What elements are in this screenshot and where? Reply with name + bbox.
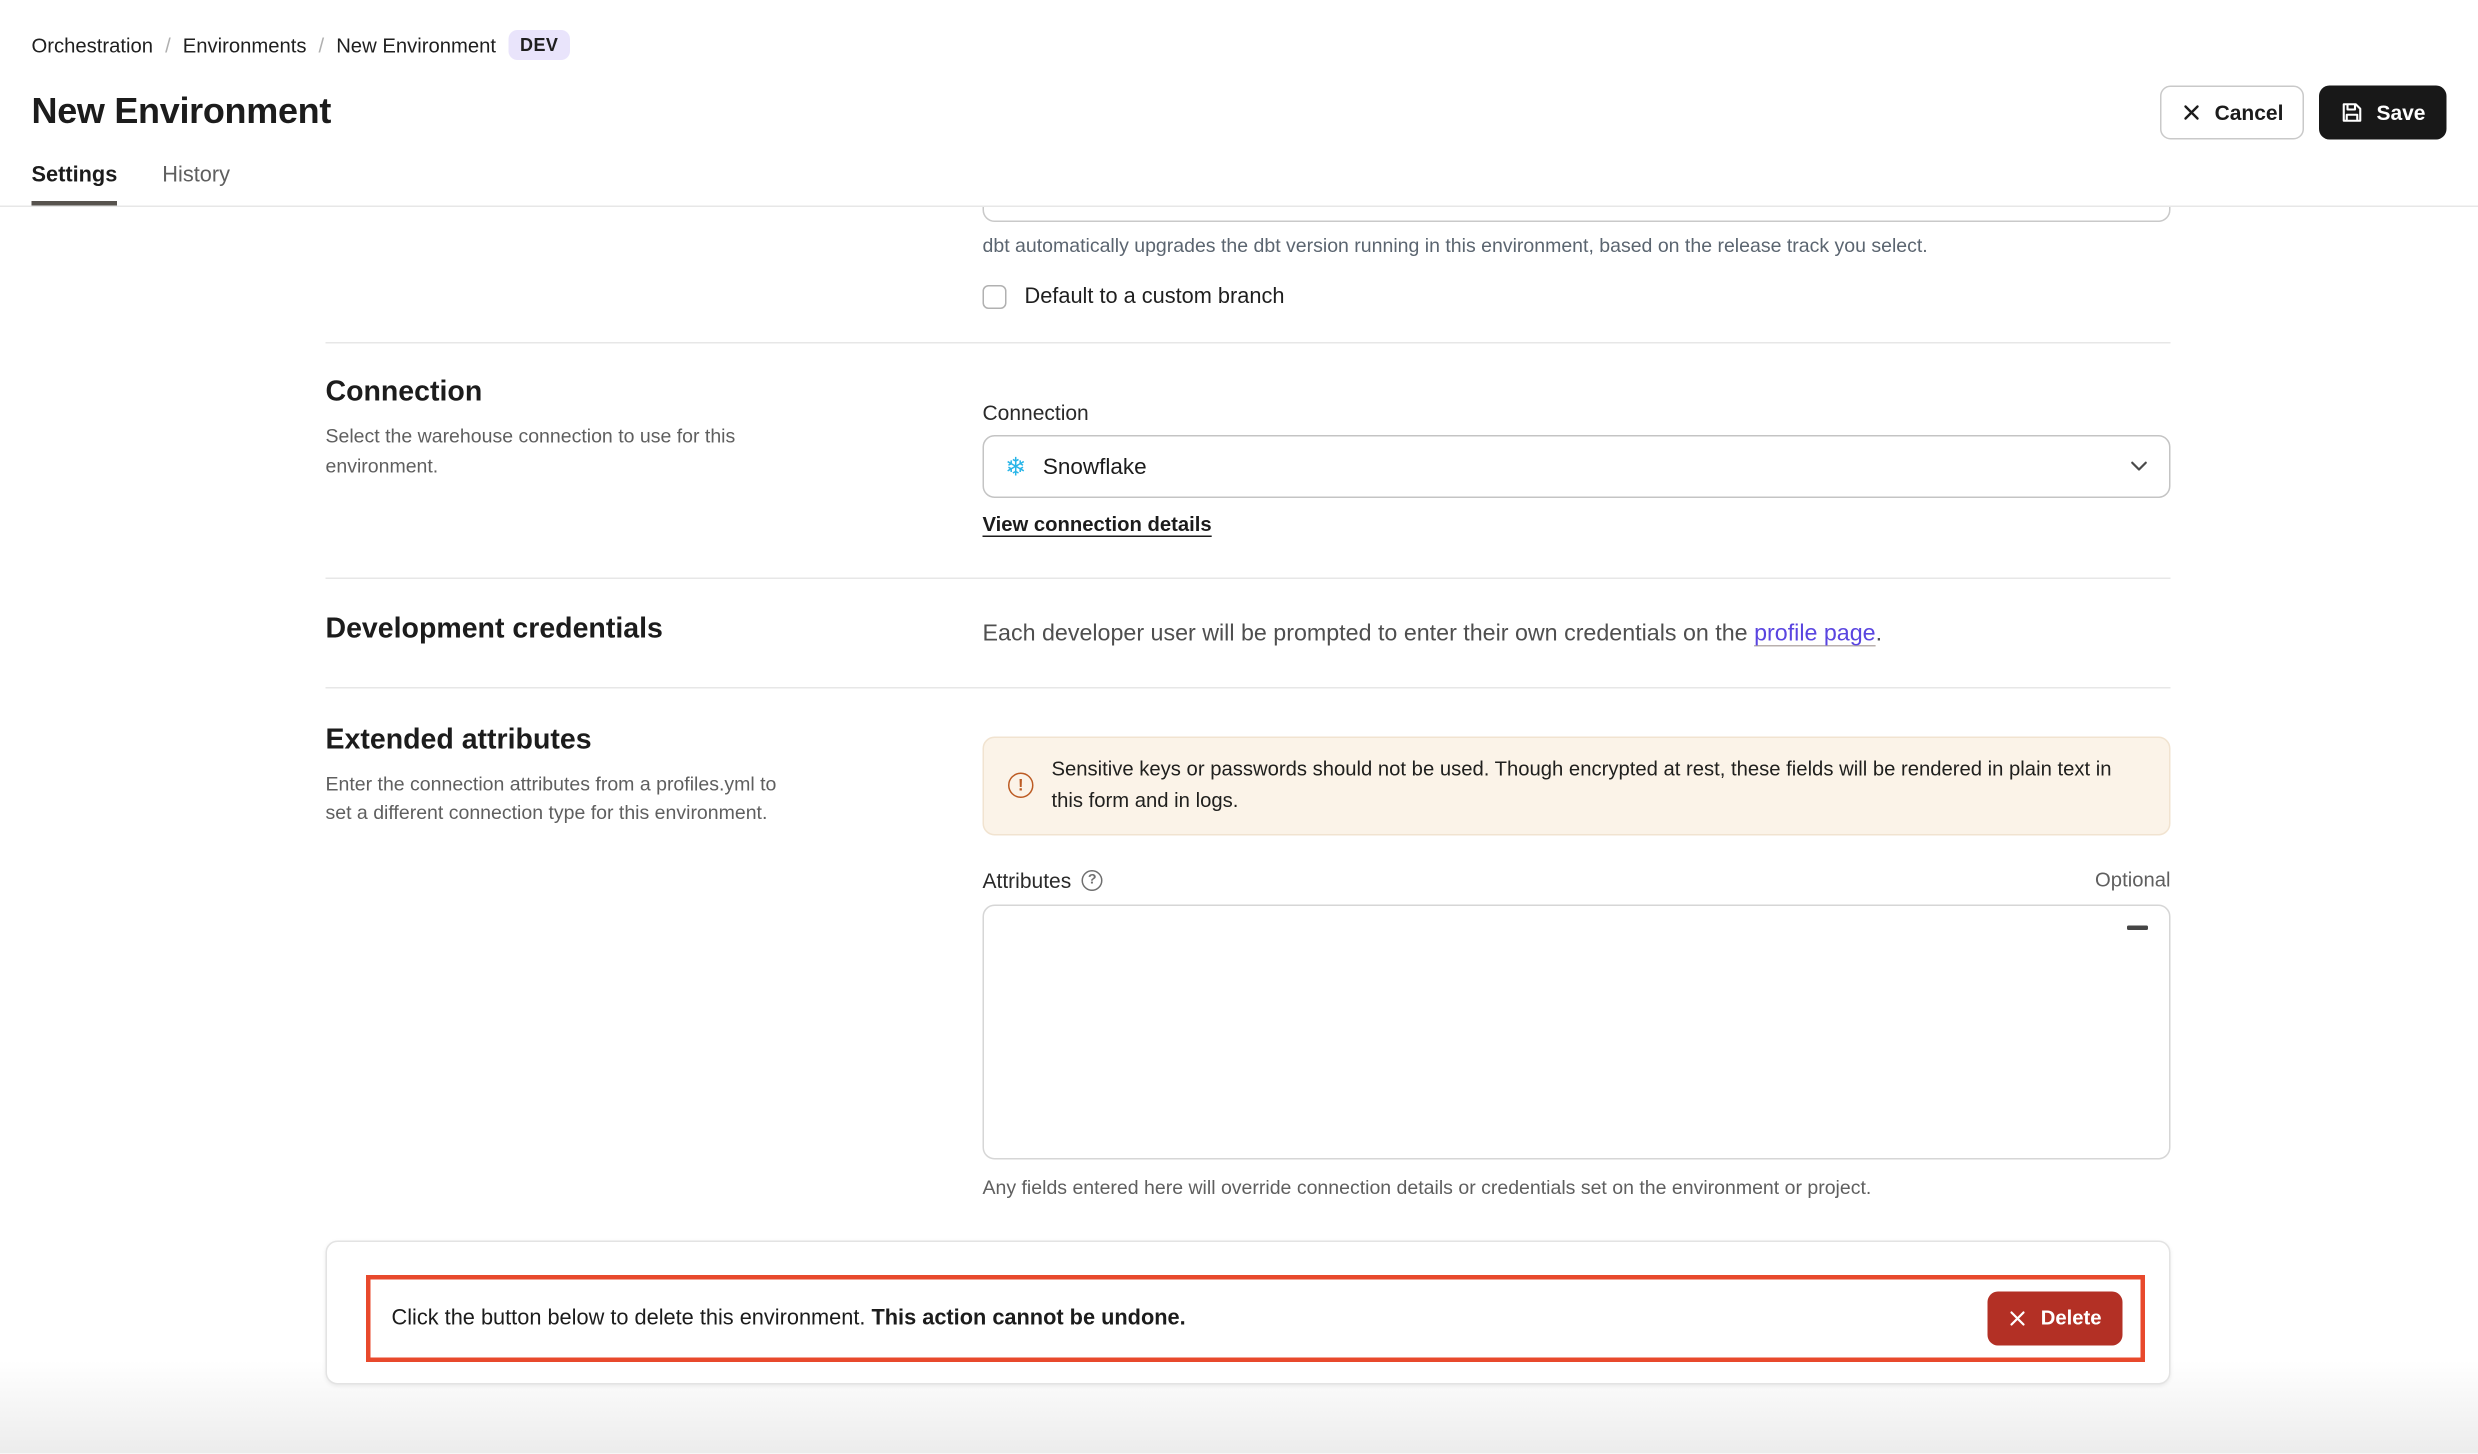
breadcrumb-environments[interactable]: Environments xyxy=(183,34,307,57)
extended-attributes-heading: Extended attributes xyxy=(326,724,923,757)
tab-history[interactable]: History xyxy=(162,164,230,206)
dev-credentials-section: Development credentials Each developer u… xyxy=(326,579,2171,687)
breadcrumb-new-environment[interactable]: New Environment xyxy=(336,34,496,57)
custom-branch-checkbox-row[interactable]: Default to a custom branch xyxy=(983,285,2171,309)
view-connection-details-link[interactable]: View connection details xyxy=(983,513,1212,536)
extended-attributes-section: Extended attributes Enter the connection… xyxy=(326,688,2171,1198)
header-actions: Cancel Save xyxy=(2161,86,2447,140)
breadcrumb-orchestration[interactable]: Orchestration xyxy=(32,34,154,57)
breadcrumb-separator: / xyxy=(165,34,171,57)
connection-section: Connection Select the warehouse connecti… xyxy=(326,344,2171,578)
custom-branch-checkbox[interactable] xyxy=(983,285,1007,309)
dev-credentials-heading: Development credentials xyxy=(326,614,923,647)
settings-form: dbt automatically upgrades the dbt versi… xyxy=(326,207,2171,1384)
delete-highlight-box: Click the button below to delete this en… xyxy=(366,1274,2145,1361)
release-track-select-partial[interactable] xyxy=(983,207,2171,222)
attributes-helper: Any fields entered here will override co… xyxy=(983,1175,2171,1198)
connection-select[interactable]: ❄ Snowflake xyxy=(983,435,2171,498)
chevron-down-icon xyxy=(2130,461,2148,473)
connection-select-value: Snowflake xyxy=(1043,454,2114,480)
optional-badge: Optional xyxy=(2095,869,2170,892)
sensitive-keys-warning: ! Sensitive keys or passwords should not… xyxy=(983,736,2171,835)
release-track-row: dbt automatically upgrades the dbt versi… xyxy=(326,207,2171,342)
save-disk-icon xyxy=(2340,101,2364,125)
connection-description: Select the warehouse connection to use f… xyxy=(326,422,806,481)
dev-credentials-text-prefix: Each developer user will be prompted to … xyxy=(983,621,1755,647)
page: Orchestration / Environments / New Envir… xyxy=(0,0,2478,1454)
page-title: New Environment xyxy=(32,92,332,134)
attributes-field-label: Attributes xyxy=(983,868,1072,892)
profile-page-link[interactable]: profile page xyxy=(1754,621,1876,647)
dev-credentials-text-suffix: . xyxy=(1876,621,1882,647)
tab-settings[interactable]: Settings xyxy=(32,164,118,206)
connection-field-label: Connection xyxy=(983,401,2171,425)
delete-x-icon xyxy=(2009,1309,2027,1327)
breadcrumb: Orchestration / Environments / New Envir… xyxy=(32,30,2447,60)
breadcrumb-separator: / xyxy=(319,34,325,57)
custom-branch-label: Default to a custom branch xyxy=(1025,285,1285,309)
help-icon[interactable]: ? xyxy=(1082,869,1103,890)
env-type-badge: DEV xyxy=(508,30,570,60)
delete-environment-card: Click the button below to delete this en… xyxy=(326,1240,2171,1384)
cancel-button-label: Cancel xyxy=(2215,101,2284,125)
extended-attributes-description: Enter the connection attributes from a p… xyxy=(326,769,806,828)
delete-warning-text: Click the button below to delete this en… xyxy=(392,1306,1186,1330)
delete-button-label: Delete xyxy=(2041,1307,2102,1330)
delete-text-bold: This action cannot be undone. xyxy=(871,1306,1185,1330)
dev-credentials-text: Each developer user will be prompted to … xyxy=(983,618,2171,651)
delete-text-normal: Click the button below to delete this en… xyxy=(392,1306,872,1330)
page-header: Orchestration / Environments / New Envir… xyxy=(0,0,2478,206)
tab-bar: Settings History xyxy=(32,164,2447,206)
save-button-label: Save xyxy=(2376,101,2425,125)
snowflake-icon: ❄ xyxy=(1005,454,1026,480)
cancel-button[interactable]: Cancel xyxy=(2161,86,2305,140)
attributes-editor xyxy=(983,904,2171,1159)
save-button[interactable]: Save xyxy=(2319,86,2446,140)
connection-heading: Connection xyxy=(326,377,923,410)
release-track-helper: dbt automatically upgrades the dbt versi… xyxy=(983,234,2171,257)
alert-icon: ! xyxy=(1008,773,1034,799)
close-icon xyxy=(2182,102,2203,123)
warning-text: Sensitive keys or passwords should not b… xyxy=(1052,754,2146,817)
attributes-textarea[interactable] xyxy=(984,905,2169,1157)
collapse-editor-icon[interactable] xyxy=(2127,925,2148,930)
delete-button[interactable]: Delete xyxy=(1988,1291,2122,1345)
